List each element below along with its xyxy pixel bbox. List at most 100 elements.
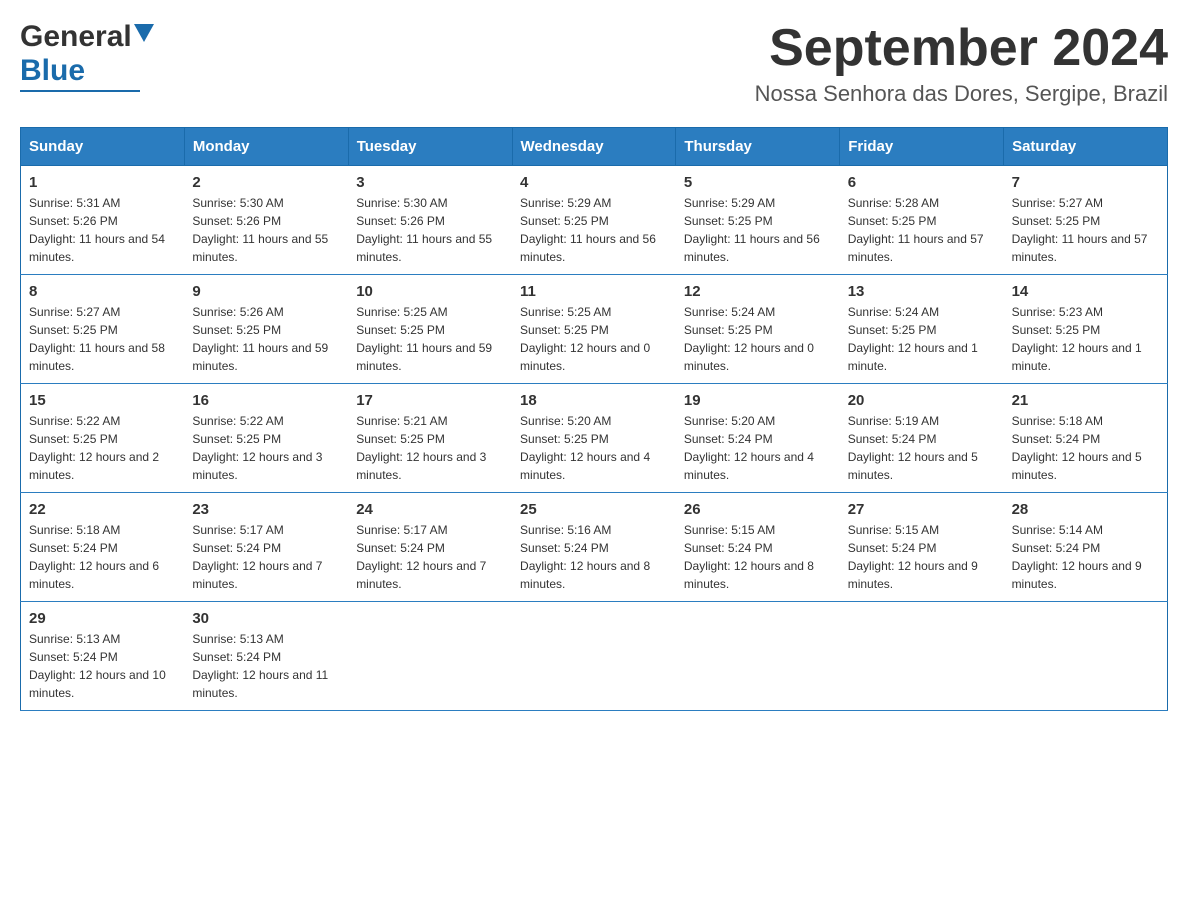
day-info: Sunrise: 5:13 AMSunset: 5:24 PMDaylight:… <box>29 630 176 702</box>
calendar-cell: 30 Sunrise: 5:13 AMSunset: 5:24 PMDayligh… <box>184 602 348 711</box>
calendar-cell: 3Sunrise: 5:30 AMSunset: 5:26 PMDaylight… <box>348 166 512 275</box>
calendar-cell: 16Sunrise: 5:22 AMSunset: 5:25 PMDayligh… <box>184 384 348 493</box>
calendar-cell: 29Sunrise: 5:13 AMSunset: 5:24 PMDayligh… <box>21 602 185 711</box>
weekday-header-row: SundayMondayTuesdayWednesdayThursdayFrid… <box>21 128 1168 166</box>
calendar-cell: 24 Sunrise: 5:17 AMSunset: 5:24 PMDayligh… <box>348 493 512 602</box>
logo-underline <box>20 90 140 92</box>
day-number: 23 <box>192 501 340 518</box>
calendar-cell: 10 Sunrise: 5:25 AMSunset: 5:25 PMDayligh… <box>348 275 512 384</box>
calendar-week-row: 29Sunrise: 5:13 AMSunset: 5:24 PMDayligh… <box>21 602 1168 711</box>
calendar-table: SundayMondayTuesdayWednesdayThursdayFrid… <box>20 127 1168 711</box>
day-info: Sunrise: 5:30 AMSunset: 5:26 PMDaylight:… <box>192 194 340 266</box>
day-number: 11 <box>520 283 668 300</box>
day-number: 27 <box>848 501 996 518</box>
calendar-cell: 23 Sunrise: 5:17 AMSunset: 5:24 PMDayligh… <box>184 493 348 602</box>
calendar-cell: 18 Sunrise: 5:20 AMSunset: 5:25 PMDayligh… <box>512 384 676 493</box>
day-number: 18 <box>520 392 668 409</box>
day-info: Sunrise: 5:25 AMSunset: 5:25 PMDaylight:… <box>520 303 668 375</box>
calendar-cell: 17 Sunrise: 5:21 AMSunset: 5:25 PMDayligh… <box>348 384 512 493</box>
day-info: Sunrise: 5:16 AMSunset: 5:24 PMDaylight:… <box>520 521 668 593</box>
day-info: Sunrise: 5:27 AMSunset: 5:25 PMDaylight:… <box>1012 194 1159 266</box>
calendar-cell: 5Sunrise: 5:29 AMSunset: 5:25 PMDaylight… <box>676 166 840 275</box>
logo-blue-text: Blue <box>20 54 85 87</box>
weekday-header-tuesday: Tuesday <box>348 128 512 166</box>
day-number: 14 <box>1012 283 1159 300</box>
day-info: Sunrise: 5:21 AMSunset: 5:25 PMDaylight:… <box>356 412 504 484</box>
calendar-cell <box>840 602 1004 711</box>
calendar-cell: 15 Sunrise: 5:22 AMSunset: 5:25 PMDayligh… <box>21 384 185 493</box>
calendar-cell: 4 Sunrise: 5:29 AMSunset: 5:25 PMDaylight… <box>512 166 676 275</box>
day-number: 30 <box>192 610 340 627</box>
calendar-cell: 22Sunrise: 5:18 AMSunset: 5:24 PMDayligh… <box>21 493 185 602</box>
weekday-header-wednesday: Wednesday <box>512 128 676 166</box>
day-number: 13 <box>848 283 996 300</box>
day-number: 12 <box>684 283 832 300</box>
day-number: 15 <box>29 392 176 409</box>
calendar-cell: 21Sunrise: 5:18 AMSunset: 5:24 PMDayligh… <box>1004 384 1168 493</box>
day-info: Sunrise: 5:24 AMSunset: 5:25 PMDaylight:… <box>684 303 832 375</box>
calendar-cell: 11 Sunrise: 5:25 AMSunset: 5:25 PMDayligh… <box>512 275 676 384</box>
logo: General Blue <box>20 20 154 92</box>
weekday-header-saturday: Saturday <box>1004 128 1168 166</box>
day-info: Sunrise: 5:18 AMSunset: 5:24 PMDaylight:… <box>29 521 176 593</box>
month-title: September 2024 <box>755 20 1168 77</box>
day-info: Sunrise: 5:27 AMSunset: 5:25 PMDaylight:… <box>29 303 176 375</box>
calendar-cell <box>348 602 512 711</box>
day-number: 10 <box>356 283 504 300</box>
day-info: Sunrise: 5:15 AMSunset: 5:24 PMDaylight:… <box>684 521 832 593</box>
day-info: Sunrise: 5:22 AMSunset: 5:25 PMDaylight:… <box>29 412 176 484</box>
calendar-cell <box>1004 602 1168 711</box>
calendar-cell <box>512 602 676 711</box>
calendar-cell <box>676 602 840 711</box>
day-info: Sunrise: 5:28 AMSunset: 5:25 PMDaylight:… <box>848 194 996 266</box>
calendar-week-row: 15 Sunrise: 5:22 AMSunset: 5:25 PMDayligh… <box>21 384 1168 493</box>
day-info: Sunrise: 5:24 AMSunset: 5:25 PMDaylight:… <box>848 303 996 375</box>
day-number: 5 <box>684 174 832 191</box>
weekday-header-friday: Friday <box>840 128 1004 166</box>
day-number: 2 <box>192 174 340 191</box>
calendar-week-row: 8Sunrise: 5:27 AMSunset: 5:25 PMDaylight… <box>21 275 1168 384</box>
day-info: Sunrise: 5:29 AMSunset: 5:25 PMDaylight:… <box>520 194 668 266</box>
location-subtitle: Nossa Senhora das Dores, Sergipe, Brazil <box>755 81 1168 107</box>
title-block: September 2024 Nossa Senhora das Dores, … <box>755 20 1168 107</box>
weekday-header-sunday: Sunday <box>21 128 185 166</box>
day-number: 24 <box>356 501 504 518</box>
weekday-header-thursday: Thursday <box>676 128 840 166</box>
day-info: Sunrise: 5:17 AMSunset: 5:24 PMDaylight:… <box>192 521 340 593</box>
day-number: 9 <box>192 283 340 300</box>
calendar-cell: 25 Sunrise: 5:16 AMSunset: 5:24 PMDayligh… <box>512 493 676 602</box>
day-number: 4 <box>520 174 668 191</box>
calendar-cell: 9 Sunrise: 5:26 AMSunset: 5:25 PMDaylight… <box>184 275 348 384</box>
day-number: 19 <box>684 392 832 409</box>
calendar-cell: 27Sunrise: 5:15 AMSunset: 5:24 PMDayligh… <box>840 493 1004 602</box>
logo-arrow-icon <box>134 24 154 51</box>
day-info: Sunrise: 5:22 AMSunset: 5:25 PMDaylight:… <box>192 412 340 484</box>
day-info: Sunrise: 5:13 AMSunset: 5:24 PMDaylight:… <box>192 630 340 702</box>
day-number: 17 <box>356 392 504 409</box>
day-number: 20 <box>848 392 996 409</box>
day-number: 25 <box>520 501 668 518</box>
day-info: Sunrise: 5:20 AMSunset: 5:25 PMDaylight:… <box>520 412 668 484</box>
calendar-cell: 14 Sunrise: 5:23 AMSunset: 5:25 PMDayligh… <box>1004 275 1168 384</box>
day-info: Sunrise: 5:25 AMSunset: 5:25 PMDaylight:… <box>356 303 504 375</box>
day-number: 3 <box>356 174 504 191</box>
day-number: 6 <box>848 174 996 191</box>
calendar-cell: 7 Sunrise: 5:27 AMSunset: 5:25 PMDaylight… <box>1004 166 1168 275</box>
calendar-cell: 28Sunrise: 5:14 AMSunset: 5:24 PMDayligh… <box>1004 493 1168 602</box>
day-info: Sunrise: 5:14 AMSunset: 5:24 PMDaylight:… <box>1012 521 1159 593</box>
day-number: 21 <box>1012 392 1159 409</box>
day-number: 26 <box>684 501 832 518</box>
calendar-cell: 12 Sunrise: 5:24 AMSunset: 5:25 PMDayligh… <box>676 275 840 384</box>
weekday-header-monday: Monday <box>184 128 348 166</box>
day-info: Sunrise: 5:26 AMSunset: 5:25 PMDaylight:… <box>192 303 340 375</box>
day-info: Sunrise: 5:23 AMSunset: 5:25 PMDaylight:… <box>1012 303 1159 375</box>
day-info: Sunrise: 5:20 AMSunset: 5:24 PMDaylight:… <box>684 412 832 484</box>
calendar-cell: 13 Sunrise: 5:24 AMSunset: 5:25 PMDayligh… <box>840 275 1004 384</box>
day-info: Sunrise: 5:19 AMSunset: 5:24 PMDaylight:… <box>848 412 996 484</box>
page-header: General Blue September 2024 Nossa Senhor… <box>20 20 1168 107</box>
calendar-cell: 19 Sunrise: 5:20 AMSunset: 5:24 PMDayligh… <box>676 384 840 493</box>
calendar-cell: 26 Sunrise: 5:15 AMSunset: 5:24 PMDayligh… <box>676 493 840 602</box>
day-number: 7 <box>1012 174 1159 191</box>
calendar-cell: 1Sunrise: 5:31 AMSunset: 5:26 PMDaylight… <box>21 166 185 275</box>
day-info: Sunrise: 5:17 AMSunset: 5:24 PMDaylight:… <box>356 521 504 593</box>
